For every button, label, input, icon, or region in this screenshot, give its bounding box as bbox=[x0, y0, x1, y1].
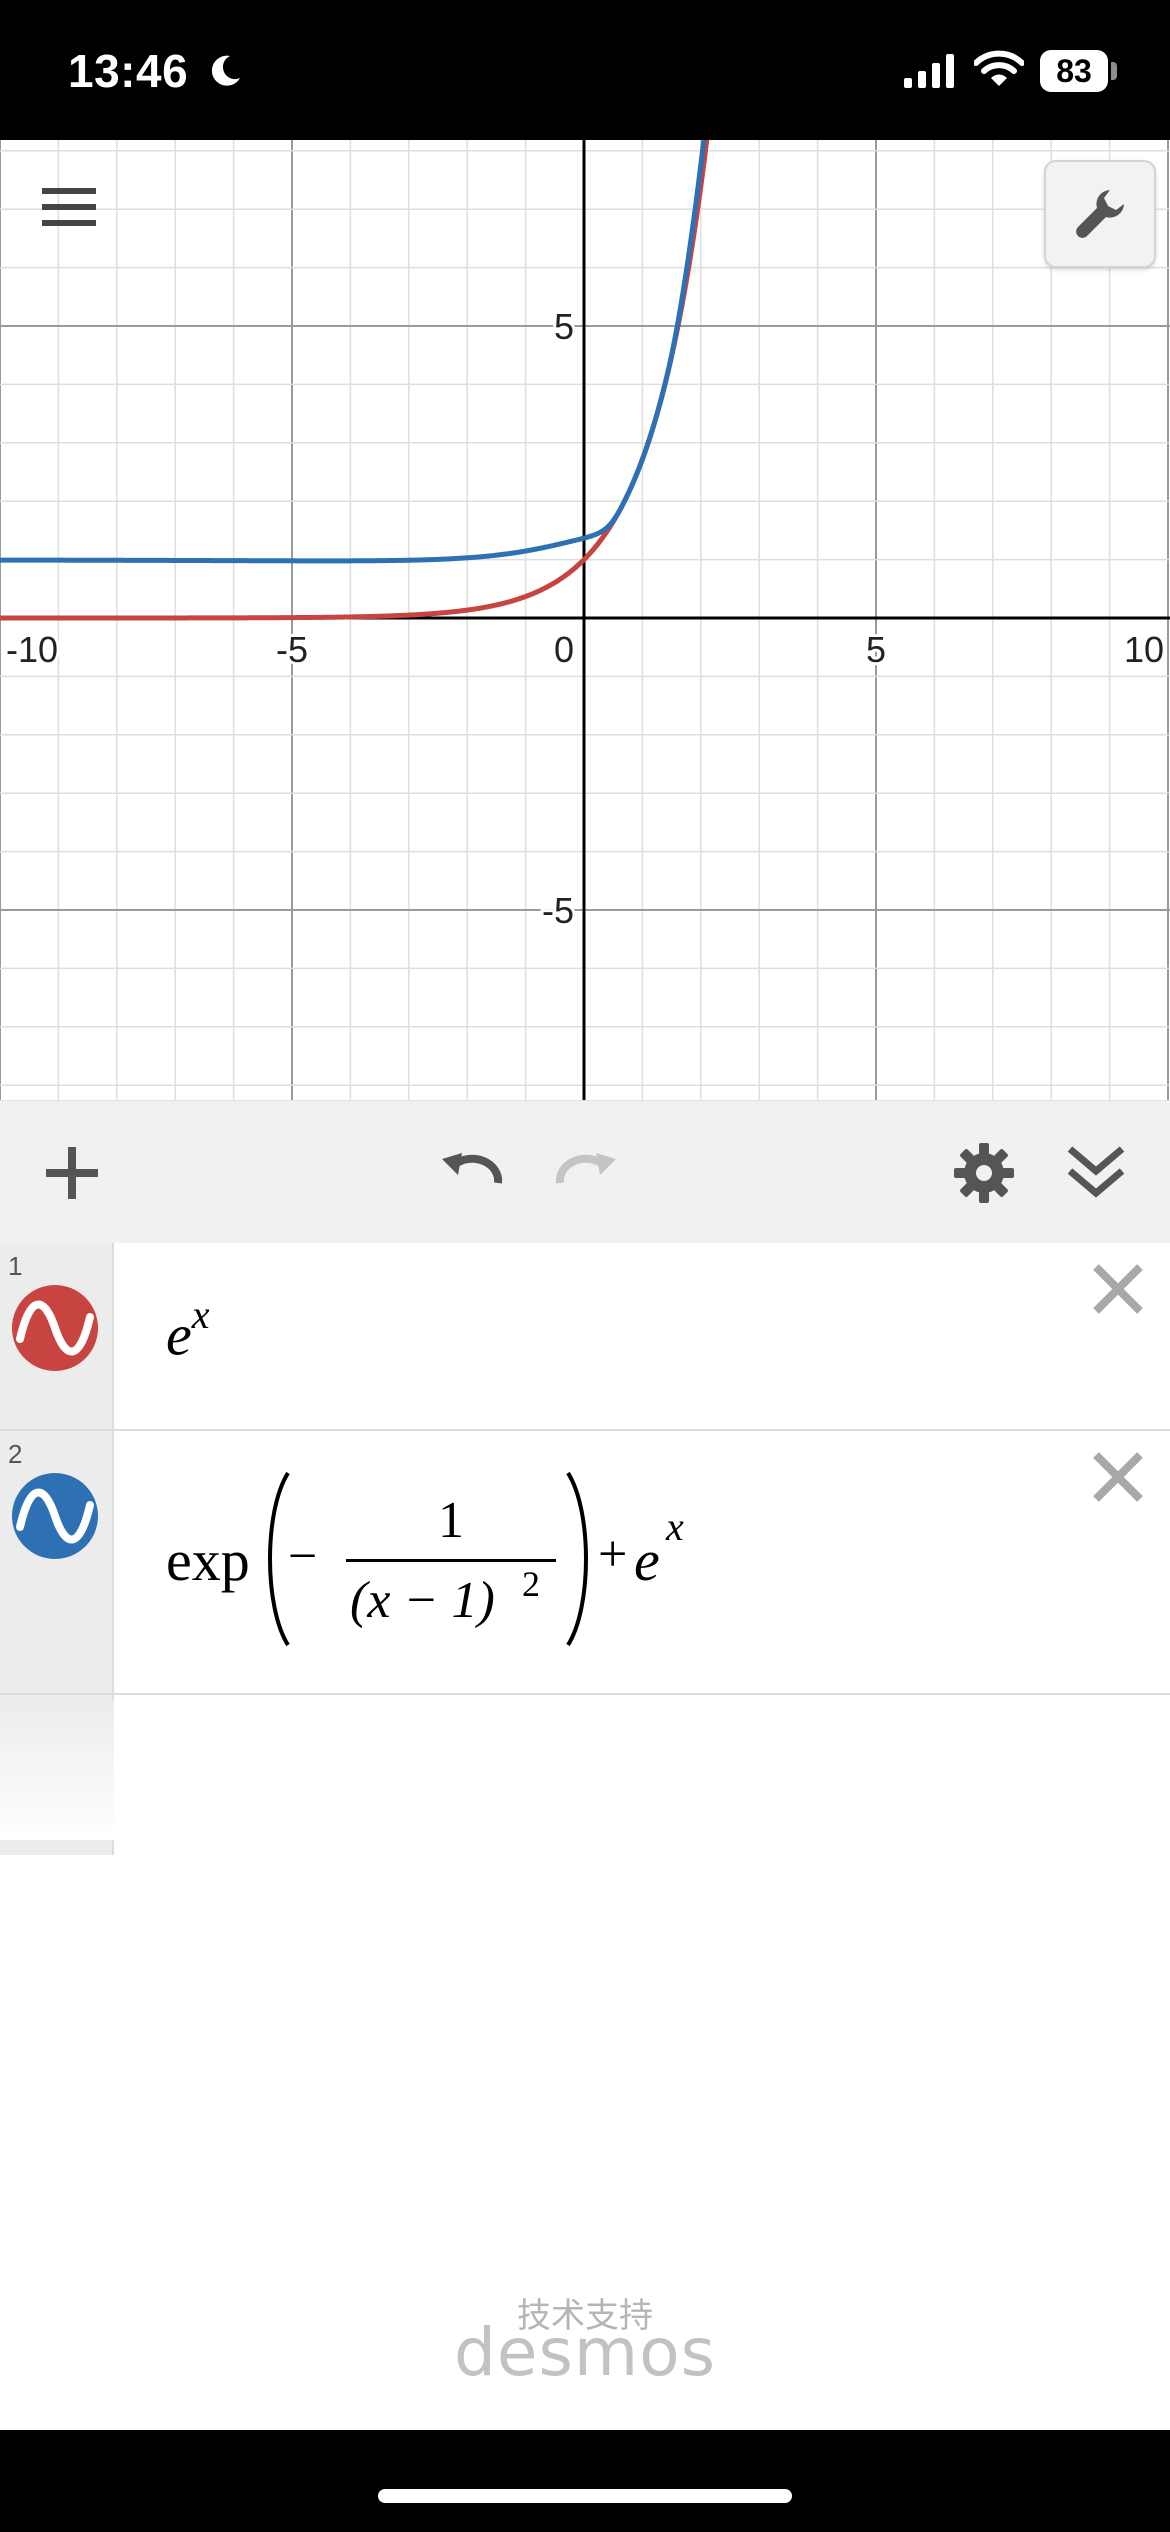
expression-index: 2 bbox=[8, 1439, 23, 1469]
y-tick-label: -5 bbox=[542, 890, 574, 931]
math-numerator: 1 bbox=[438, 1492, 464, 1549]
gutter-fade bbox=[0, 1700, 114, 1840]
desmos-logo[interactable]: desmos bbox=[0, 2314, 1170, 2391]
graph-settings-button[interactable] bbox=[1044, 160, 1156, 268]
hamburger-menu-icon bbox=[42, 188, 96, 226]
wrench-icon bbox=[1076, 190, 1124, 238]
x-tick-label: 0 bbox=[554, 629, 574, 670]
x-tick-label: 10 bbox=[1124, 629, 1164, 670]
x-tick-label: 5 bbox=[866, 629, 886, 670]
wifi-icon bbox=[974, 50, 1024, 86]
plus-icon bbox=[46, 1147, 98, 1199]
expression-toolbar bbox=[0, 1100, 1170, 1245]
right-paren bbox=[566, 1471, 588, 1647]
redo-button[interactable] bbox=[546, 1131, 630, 1215]
expression-math[interactable]: ex bbox=[166, 1292, 210, 1368]
math-minus: − bbox=[288, 1528, 318, 1585]
expression-gutter: 1 bbox=[0, 1243, 114, 1429]
math-exponent: x bbox=[191, 1292, 210, 1337]
settings-button[interactable] bbox=[942, 1131, 1026, 1215]
math-function: exp bbox=[166, 1528, 250, 1593]
expression-row-2[interactable]: 2 exp − 1 (x − 1) 2 + e x bbox=[0, 1431, 1170, 1695]
home-indicator[interactable] bbox=[378, 2489, 792, 2503]
delete-expression-icon[interactable] bbox=[1088, 1259, 1148, 1319]
math-base: e bbox=[634, 1528, 660, 1593]
redo-icon bbox=[555, 1153, 616, 1184]
bottom-bar bbox=[0, 2430, 1170, 2532]
menu-button[interactable] bbox=[30, 168, 110, 248]
battery-cap bbox=[1111, 62, 1117, 80]
collapse-list-button[interactable] bbox=[1054, 1131, 1138, 1215]
blue-curve-icon[interactable] bbox=[12, 1473, 98, 1559]
math-base: e bbox=[166, 1302, 192, 1368]
undo-icon bbox=[442, 1153, 503, 1184]
math-denominator: (x − 1) bbox=[350, 1572, 495, 1629]
add-expression-button[interactable] bbox=[30, 1131, 114, 1215]
math-denominator-power: 2 bbox=[522, 1564, 540, 1604]
signal-icon bbox=[904, 54, 954, 88]
graph-svg[interactable]: -10 -5 0 5 10 5 -5 bbox=[0, 140, 1170, 1100]
expression-list: 1 ex 2 exp − 1 (x − 1) 2 + e x bbox=[0, 1243, 1170, 1855]
status-bar: 13:46 83 bbox=[0, 0, 1170, 140]
delete-expression-icon[interactable] bbox=[1088, 1447, 1148, 1507]
fraction-bar bbox=[346, 1559, 556, 1562]
expression-row-1[interactable]: 1 ex bbox=[0, 1243, 1170, 1431]
math-exponent: x bbox=[666, 1504, 684, 1549]
gear-icon bbox=[954, 1143, 1014, 1203]
undo-button[interactable] bbox=[428, 1131, 512, 1215]
collapse-chevron-icon bbox=[1067, 1146, 1125, 1198]
battery-indicator: 83 bbox=[1040, 50, 1108, 92]
y-tick-label: 5 bbox=[554, 306, 574, 347]
expression-index: 1 bbox=[8, 1251, 23, 1281]
expression-row-3[interactable]: 3 bbox=[0, 1695, 1170, 1855]
red-curve-icon[interactable] bbox=[12, 1285, 98, 1371]
expression-math[interactable]: exp − 1 (x − 1) 2 + e x bbox=[166, 1467, 786, 1657]
moon-icon bbox=[211, 55, 240, 86]
x-tick-label: -10 bbox=[6, 629, 58, 670]
graph-canvas[interactable]: -10 -5 0 5 10 5 -5 bbox=[0, 140, 1170, 1100]
status-time: 13:46 bbox=[68, 45, 189, 97]
expression-gutter: 2 bbox=[0, 1431, 114, 1693]
math-plus: + bbox=[598, 1526, 628, 1583]
x-tick-label: -5 bbox=[276, 629, 308, 670]
